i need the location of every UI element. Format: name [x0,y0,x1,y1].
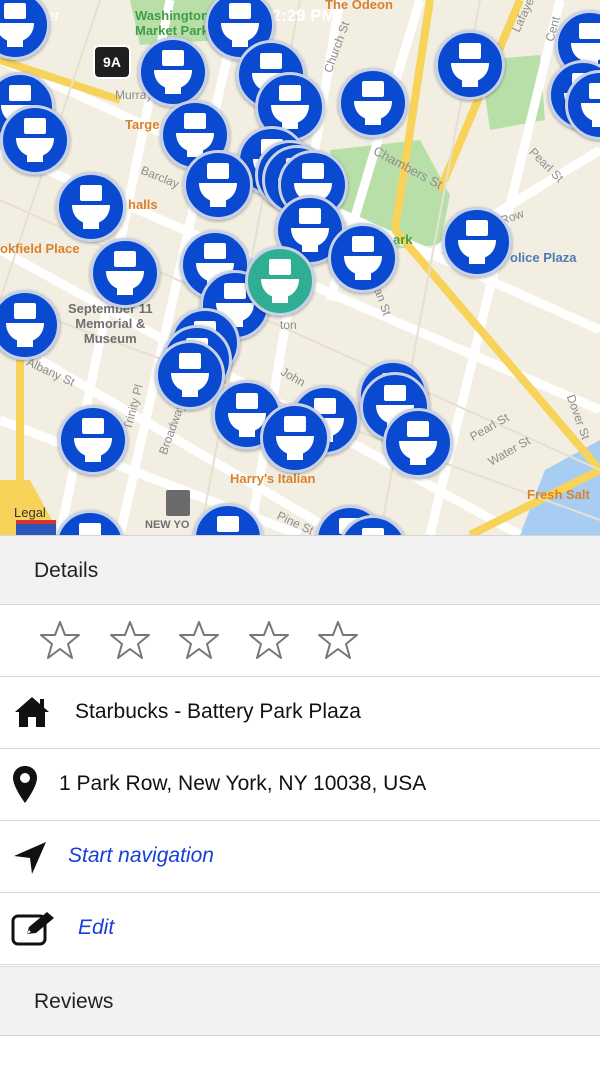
edit-icon [11,910,57,951]
rating-row [0,605,600,677]
toilet-marker[interactable] [0,105,70,175]
map-label-halls: halls [128,197,158,212]
map-label-police-plaza: olice Plaza [510,250,577,265]
toilet-icon [6,303,44,347]
toilet-marker[interactable] [138,37,208,107]
map-label-washington-market-park: Washington Market Park [135,8,209,38]
toilet-icon [171,353,209,397]
toilet-marker[interactable] [56,172,126,242]
toilet-icon [581,83,600,127]
museum-icon [166,490,190,516]
toilet-icon [354,81,392,125]
toilet-icon [154,50,192,94]
toilet-icon [74,418,112,462]
map-label-harrys-italian: Harry's Italian [230,471,316,486]
toilet-icon [451,43,489,87]
map-label-ton: ton [280,318,297,332]
address-text: 1 Park Row, New York, NY 10038, USA [59,772,427,795]
toilet-icon [291,208,329,252]
reviews-header: Reviews [0,966,600,1036]
details-header-label: Details [34,559,99,582]
rating-star-3[interactable] [178,620,220,660]
toilet-icon [106,251,144,295]
toilet-icon [16,118,54,162]
toilet-marker[interactable] [338,68,408,138]
toilet-icon [199,163,237,207]
toilet-icon [217,516,239,532]
address-row: 1 Park Row, New York, NY 10038, USA [0,749,600,821]
map-label-new-york: NEW YO [145,519,190,531]
reviews-header-label: Reviews [34,990,114,1013]
toilet-icon [276,416,314,460]
toilet-marker[interactable] [58,405,128,475]
rating-star-5[interactable] [317,620,359,660]
start-navigation-link[interactable]: Start navigation [68,844,214,868]
toilet-icon [261,259,299,303]
interstate-shield [16,520,56,535]
toilet-icon [458,220,496,264]
toilet-marker[interactable] [442,207,512,277]
map-label-brookfield-place: okfield Place [0,241,80,256]
toilet-icon [271,85,309,129]
home-icon [13,695,51,734]
place-name: Starbucks - Battery Park Plaza [75,700,361,723]
selected-toilet-marker[interactable] [245,246,315,316]
map-label-fresh-salt: Fresh Salt [527,487,590,502]
edit-row[interactable]: Edit [0,893,600,965]
rating-star-1[interactable] [39,620,81,660]
toilet-icon [399,421,437,465]
map-label-sept11-memorial: September 11 Memorial & Museum [68,301,153,346]
location-pin-icon [12,765,38,810]
highway-shield: 9A [93,45,131,79]
toilet-icon [362,528,384,535]
map-label-target: Targe [125,117,160,132]
details-header: Details [0,535,600,605]
toilet-icon [344,236,382,280]
navigation-arrow-icon [12,840,48,881]
map-view[interactable]: Carrier 12:29 PM ▮ 9A Washington Market … [0,0,600,535]
toilet-icon [72,185,110,229]
toilet-icon [221,3,259,47]
legal-link[interactable]: Legal [14,505,46,520]
rating-star-2[interactable] [109,620,151,660]
toilet-marker[interactable] [435,30,505,100]
edit-link[interactable]: Edit [78,916,114,940]
navigation-row[interactable]: Start navigation [0,821,600,893]
toilet-marker[interactable] [183,150,253,220]
toilet-icon [79,523,101,535]
rating-star-4[interactable] [248,620,290,660]
toilet-marker[interactable] [383,408,453,478]
place-name-row: Starbucks - Battery Park Plaza [0,677,600,749]
map-label-park: ark [393,232,413,247]
toilet-marker[interactable] [328,223,398,293]
toilet-marker[interactable] [90,238,160,308]
toilet-icon [0,3,34,47]
map-label-the-odeon: The Odeon [325,0,393,12]
toilet-marker[interactable] [260,403,330,473]
